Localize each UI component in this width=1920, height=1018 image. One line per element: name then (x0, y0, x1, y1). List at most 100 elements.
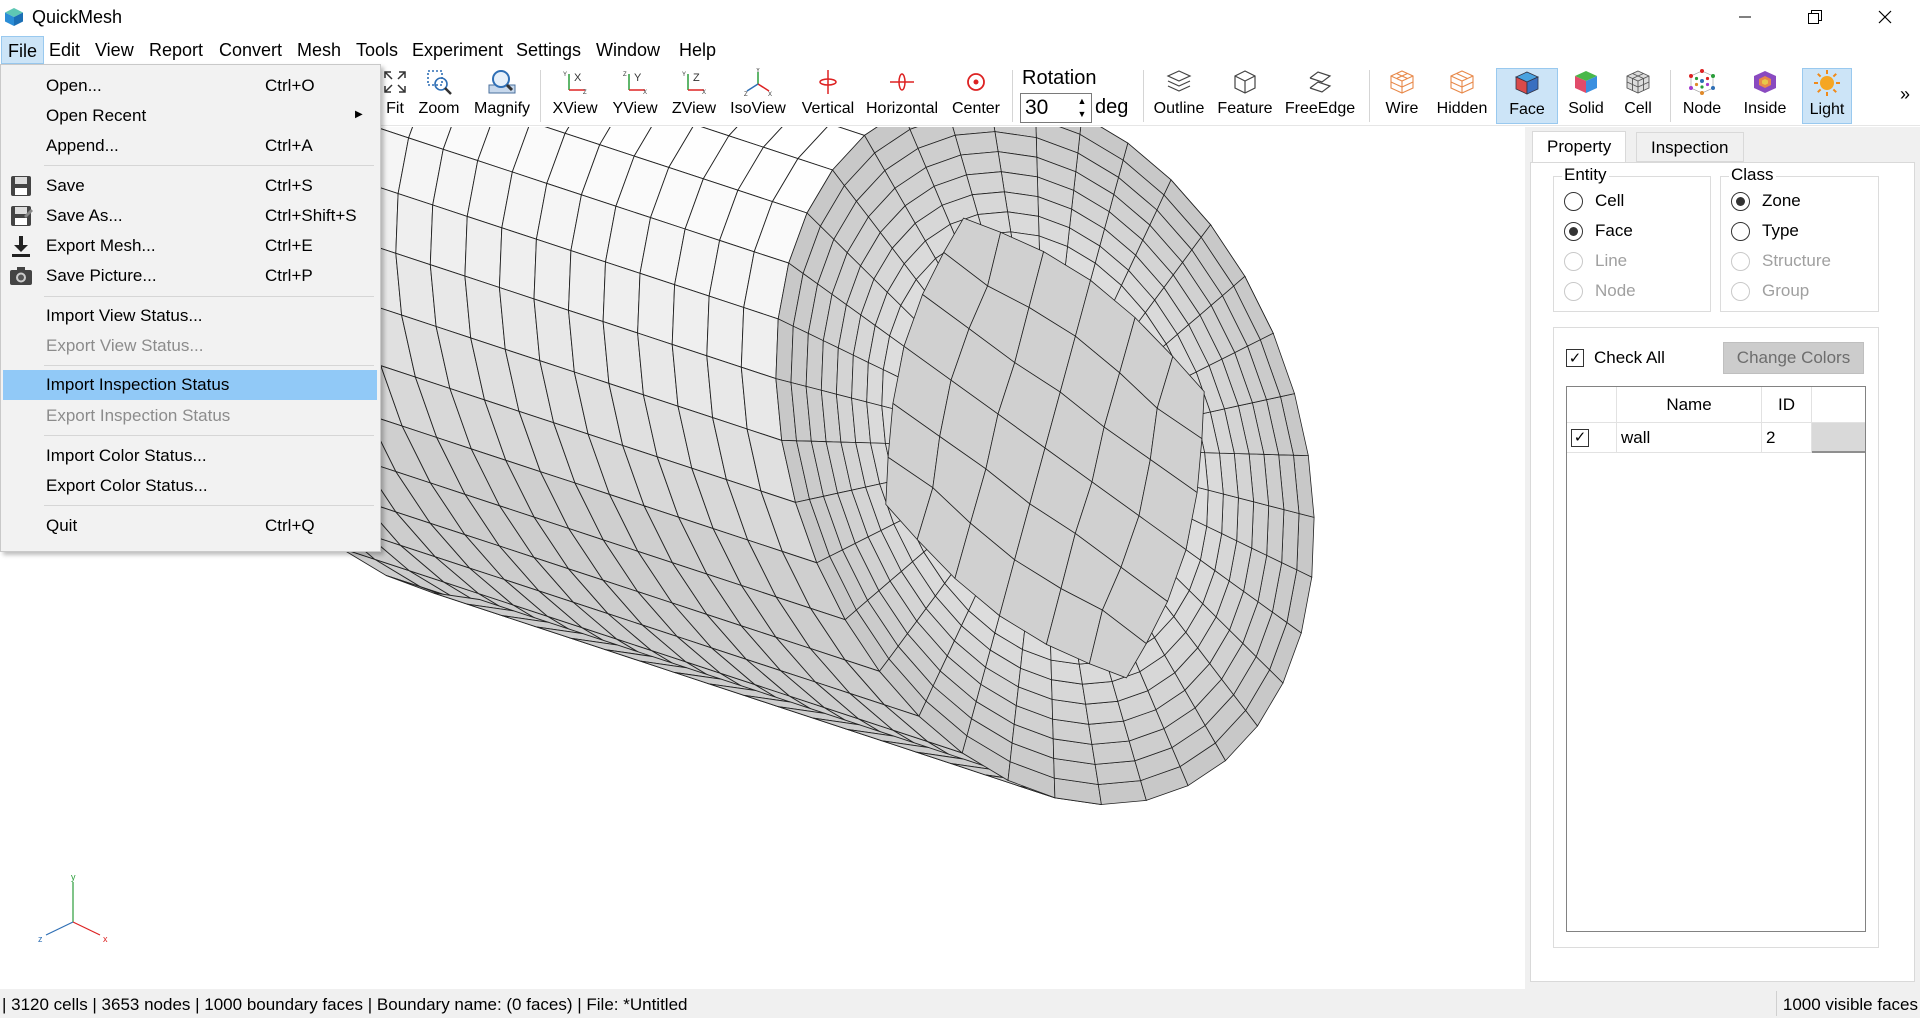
spin-down-icon[interactable]: ▼ (1078, 109, 1087, 120)
radio-entity-node: Node (1564, 281, 1636, 301)
menu-item-save[interactable]: Save Ctrl+S (3, 171, 377, 201)
menu-experiment[interactable]: Experiment (406, 36, 509, 64)
menu-item-quit[interactable]: Quit Ctrl+Q (3, 511, 377, 541)
menu-item-export-mesh[interactable]: Export Mesh... Ctrl+E (3, 231, 377, 261)
feature-button[interactable]: Feature (1214, 68, 1276, 124)
restore-button[interactable] (1780, 0, 1850, 34)
node-button[interactable]: Node (1676, 68, 1728, 124)
inside-button[interactable]: Inside (1738, 68, 1792, 124)
zoom-icon (427, 70, 452, 95)
rotation-label: Rotation (1022, 67, 1097, 89)
menu-bar: File Edit View Report Convert Mesh Tools… (0, 34, 1920, 64)
radio-entity-face[interactable]: Face (1564, 221, 1633, 241)
solid-button[interactable]: Solid (1560, 68, 1612, 124)
table-header-name[interactable]: Name (1617, 387, 1762, 423)
menu-view[interactable]: View (89, 36, 140, 64)
menu-window[interactable]: Window (590, 36, 666, 64)
svg-text:Y: Y (634, 72, 642, 84)
face-button[interactable]: Face (1496, 68, 1558, 124)
menu-edit[interactable]: Edit (43, 36, 86, 64)
center-button[interactable]: Center (946, 68, 1006, 124)
menu-file[interactable]: File (1, 36, 45, 64)
toolbar-overflow-button[interactable]: » (1900, 84, 1910, 105)
status-bar: | 3120 cells | 3653 nodes | 1000 boundar… (0, 989, 1920, 1018)
class-group: Class Zone Type Structure Group (1720, 165, 1879, 312)
toolbar-separator (1012, 70, 1013, 122)
solid-label: Solid (1568, 100, 1604, 117)
zoom-button[interactable]: Zoom (414, 68, 464, 124)
svg-text:X: X (768, 92, 772, 96)
menu-report[interactable]: Report (143, 36, 209, 64)
menu-convert[interactable]: Convert (213, 36, 288, 64)
zone-list-group: ✓ Check All Change Colors Name ID ✓ wall… (1553, 327, 1879, 948)
menu-tools[interactable]: Tools (350, 36, 404, 64)
freeedge-button[interactable]: FreeEdge (1282, 68, 1358, 124)
outline-icon (1166, 70, 1192, 92)
freeedge-icon (1309, 71, 1332, 93)
close-button[interactable] (1850, 0, 1920, 34)
table-header-id[interactable]: ID (1762, 387, 1812, 423)
app-title: QuickMesh (32, 7, 123, 27)
menu-item-append[interactable]: Append... Ctrl+A (3, 131, 377, 161)
isoview-icon: Y X Z (744, 68, 772, 96)
table-row-checkbox[interactable]: ✓ (1567, 423, 1617, 453)
spin-up-icon[interactable]: ▲ (1078, 96, 1087, 107)
light-icon (1814, 70, 1840, 96)
wire-label: Wire (1385, 100, 1419, 117)
toolbar-separator (1670, 70, 1671, 122)
minimize-button[interactable] (1710, 0, 1780, 34)
horizontal-label: Horizontal (865, 100, 939, 117)
menu-item-import-view-status[interactable]: Import View Status... (3, 301, 377, 331)
menu-item-save-as[interactable]: Save As... Ctrl+Shift+S (3, 201, 377, 231)
xview-label: XView (552, 100, 598, 117)
entity-group: Entity Cell Face Line Node (1553, 165, 1711, 312)
menu-item-open[interactable]: Open... Ctrl+O (3, 71, 377, 101)
check-all-checkbox[interactable]: ✓ Check All (1566, 348, 1665, 368)
table-cell-id[interactable]: 2 (1762, 423, 1812, 453)
tab-inspection[interactable]: Inspection (1636, 132, 1744, 162)
magnify-icon (488, 70, 516, 94)
isoview-button[interactable]: Y X Z IsoView (726, 68, 790, 124)
fit-button[interactable]: Fit (378, 68, 412, 124)
radio-entity-cell[interactable]: Cell (1564, 191, 1624, 211)
yview-button[interactable]: YX Z YView (608, 68, 662, 124)
cell-icon (1626, 70, 1650, 94)
svg-text:Y: Y (756, 68, 760, 74)
table-cell-color-swatch[interactable] (1812, 423, 1865, 453)
vertical-label: Vertical (801, 100, 855, 117)
tab-property[interactable]: Property (1532, 131, 1627, 163)
change-colors-button[interactable]: Change Colors (1723, 342, 1864, 374)
outline-button[interactable]: Outline (1150, 68, 1208, 124)
row-check-icon: ✓ (1571, 428, 1589, 447)
rotation-input[interactable] (1025, 96, 1073, 120)
toolbar-separator (1369, 70, 1370, 122)
radio-class-type[interactable]: Type (1731, 221, 1799, 241)
horizontal-button[interactable]: Horizontal (864, 68, 940, 124)
yview-label: YView (612, 100, 658, 117)
face-icon (1515, 71, 1539, 95)
menu-settings[interactable]: Settings (510, 36, 587, 64)
hidden-button[interactable]: Hidden (1432, 68, 1492, 124)
horizontal-icon (890, 73, 914, 91)
menu-item-import-color-status[interactable]: Import Color Status... (3, 441, 377, 471)
table-cell-name[interactable]: wall (1617, 423, 1762, 453)
zview-button[interactable]: ZX Y ZView (667, 68, 721, 124)
svg-text:Z: Z (693, 72, 700, 84)
menu-item-open-recent[interactable]: Open Recent ▶ (3, 101, 377, 131)
magnify-button[interactable]: Magnify (470, 68, 534, 124)
xview-button[interactable]: XZ Y XView (548, 68, 602, 124)
vertical-button[interactable]: Vertical (796, 68, 860, 124)
menu-mesh[interactable]: Mesh (291, 36, 347, 64)
menu-item-save-picture[interactable]: Save Picture... Ctrl+P (3, 261, 377, 291)
wire-button[interactable]: Wire (1378, 68, 1426, 124)
menu-item-import-inspection-status[interactable]: Import Inspection Status (3, 370, 377, 400)
menu-separator (44, 435, 374, 436)
rotation-spinbox[interactable]: ▲ ▼ (1020, 93, 1092, 123)
cell-button[interactable]: Cell (1614, 68, 1662, 124)
axis-z-label: z (38, 934, 43, 944)
radio-class-zone[interactable]: Zone (1731, 191, 1801, 211)
minimize-icon (1739, 16, 1751, 18)
menu-help[interactable]: Help (673, 36, 722, 64)
light-button[interactable]: Light (1802, 68, 1852, 124)
menu-item-export-color-status[interactable]: Export Color Status... (3, 471, 377, 501)
